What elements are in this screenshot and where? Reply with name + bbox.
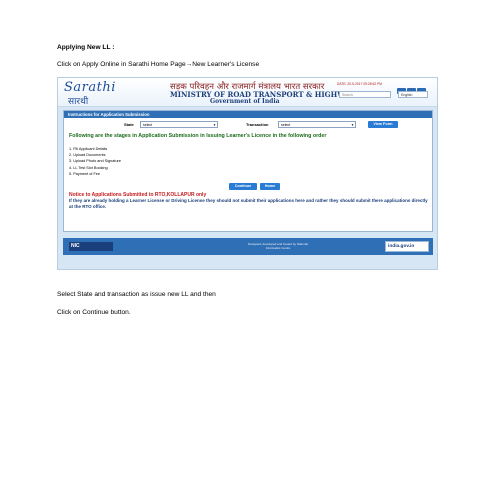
list-item: 3. Upload Photo and Signature [69, 159, 121, 164]
list-item: 5. Payment of Fee [69, 171, 101, 176]
transaction-select[interactable]: select ▼ [278, 121, 356, 128]
chevron-down-icon: ▼ [351, 123, 354, 127]
continue-button[interactable]: Continue [229, 183, 257, 190]
site-footer: NIC Designed, developed and hosted by Na… [63, 238, 433, 255]
instruction-part1: Click on Apply Online in Sarathi Home Pa… [57, 61, 186, 68]
nic-logo[interactable]: NIC [69, 242, 113, 251]
instruction-part2: New Learner's License [192, 61, 260, 68]
instructions-panel: Instructions for Application Submission … [63, 110, 433, 232]
chevron-down-icon: ▼ [213, 123, 216, 127]
view-form-button[interactable]: View Form [368, 121, 398, 128]
language-select[interactable]: English [398, 91, 428, 98]
state-select-value: select [143, 123, 153, 127]
doc-heading: Applying New LL : [57, 44, 115, 51]
stages-heading: Following are the stages in Application … [69, 133, 327, 139]
sarathi-screenshot: Sarathi सारथी सड़क परिवहन और राजमार्ग मं… [57, 77, 438, 270]
notice-note: If they are already holding a Learner Li… [69, 198, 428, 209]
home-button[interactable]: Home [260, 183, 280, 190]
transaction-label: Transaction [246, 122, 269, 127]
steps-list: 1. Fill Applicant Details 2. Upload Docu… [69, 146, 121, 177]
doc-bottom-line2: Click on Continue button. [57, 309, 131, 316]
date-display: DATE: 20-5-2017 09:28:52 PM [337, 82, 383, 86]
doc-instruction: Click on Apply Online in Sarathi Home Pa… [57, 61, 259, 69]
doc-bottom-line1: Select State and transaction as issue ne… [57, 291, 216, 298]
panel-title: Instructions for Application Submission [64, 111, 432, 118]
transaction-select-value: select [281, 123, 291, 127]
sarathi-logo-hindi: सारथी [68, 97, 89, 107]
state-select[interactable]: select ▼ [140, 121, 218, 128]
india-gov-logo[interactable]: india.gov.in [385, 241, 429, 252]
search-input[interactable]: Search [339, 91, 391, 98]
site-header: Sarathi सारथी सड़क परिवहन और राजमार्ग मं… [58, 78, 437, 107]
footer-credit: Designed, developed and hosted by Nation… [248, 242, 308, 250]
government-title: Government of India [210, 98, 280, 105]
sarathi-logo: Sarathi [64, 80, 116, 95]
state-label: State [124, 122, 134, 127]
